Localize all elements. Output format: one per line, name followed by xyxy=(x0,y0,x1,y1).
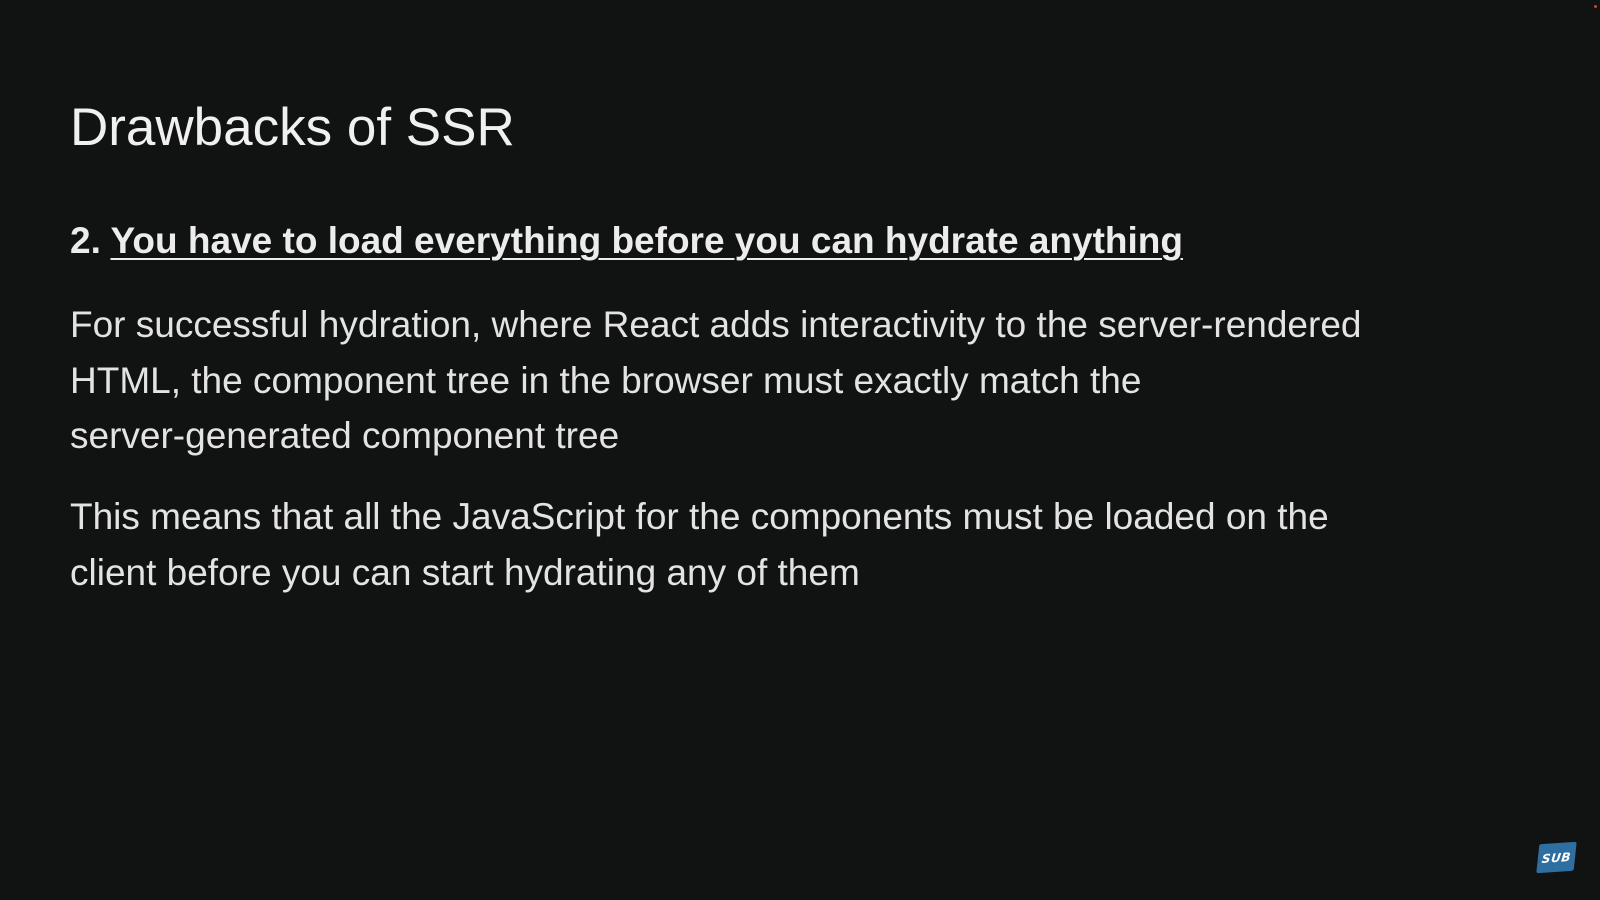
point-number: 2. xyxy=(70,220,101,261)
paragraph-line: HTML, the component tree in the browser … xyxy=(70,359,1142,401)
point-heading: 2. You have to load everything before yo… xyxy=(70,218,1183,264)
point-heading-text: You have to load everything before you c… xyxy=(110,220,1183,261)
corner-dot xyxy=(1594,5,1597,8)
subscribe-badge-label: SUB xyxy=(1541,849,1572,866)
slide-title: Drawbacks of SSR xyxy=(70,98,515,157)
paragraph-javascript-loading: This means that all the JavaScript for t… xyxy=(70,489,1550,600)
paragraph-line: server-generated component tree xyxy=(70,415,620,456)
paragraph-line: client before you can start hydrating an… xyxy=(70,551,860,593)
paragraph-line: This means that all the JavaScript for t… xyxy=(70,496,1329,537)
subscribe-badge-icon[interactable]: SUB xyxy=(1536,841,1577,874)
paragraph-hydration-requirement: For successful hydration, where React ad… xyxy=(70,297,1550,464)
paragraph-line: For successful hydration, where React ad… xyxy=(70,304,1362,345)
presentation-slide: Drawbacks of SSR 2. You have to load eve… xyxy=(0,0,1600,900)
